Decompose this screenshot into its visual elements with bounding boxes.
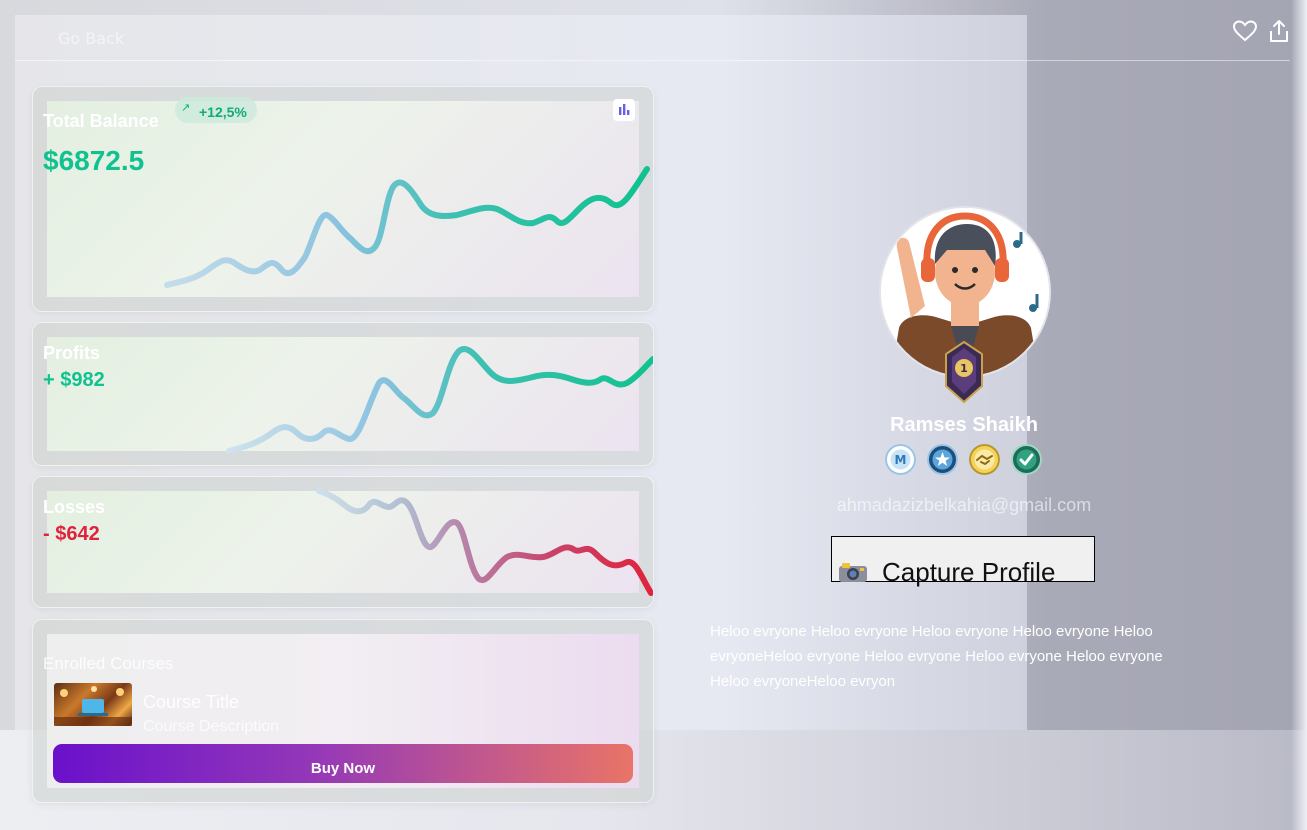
course-description: Course Description	[143, 718, 280, 735]
go-back-link[interactable]: Go Back	[58, 29, 124, 48]
total-balance-card: Total Balance ↗ +12,5% $6872.5	[32, 86, 654, 312]
handshake-badge-icon[interactable]	[969, 444, 1000, 475]
losses-trend-line	[316, 488, 653, 596]
course-thumbnail[interactable]	[54, 683, 132, 726]
balance-title: Total Balance	[43, 111, 159, 131]
rank-badge-icon: 1	[945, 340, 983, 404]
profile-name: Ramses Shaikh	[890, 414, 1038, 436]
losses-card: Losses - $642	[32, 476, 654, 608]
heart-icon[interactable]	[1232, 18, 1258, 44]
rank-number: 1	[960, 362, 968, 375]
buy-now-button[interactable]: Buy Now	[53, 744, 633, 783]
right-edge	[1291, 0, 1307, 830]
profits-value: + $982	[43, 369, 105, 391]
profits-trend-line	[226, 346, 653, 454]
losses-title: Losses	[43, 497, 106, 517]
check-badge-icon[interactable]	[1011, 444, 1042, 475]
balance-value: $6872.5	[43, 145, 145, 176]
losses-value: - $642	[43, 523, 100, 545]
trend-up-icon: ↗	[181, 101, 191, 114]
bar-chart-icon	[619, 104, 630, 115]
enrolled-courses-title: Enrolled Courses	[43, 654, 174, 673]
course-title[interactable]: Course Title	[143, 692, 239, 713]
header-divider	[15, 60, 1290, 61]
profile-email: ahmadazizbelkahia@gmail.com	[836, 495, 1092, 515]
star-badge-icon[interactable]	[927, 444, 958, 475]
profile-bio: Heloo evryone Heloo evryone Heloo evryon…	[710, 623, 1163, 690]
svg-text:M: M	[895, 453, 907, 467]
camera-icon	[839, 563, 867, 582]
capture-profile-button[interactable]: Capture Profile	[831, 536, 1095, 587]
achievement-badges: M	[885, 444, 1045, 476]
bar-chart-button[interactable]	[613, 99, 635, 121]
m-badge-icon[interactable]: M	[885, 444, 916, 475]
change-percent: +12,5%	[199, 104, 247, 120]
course-thumbnail-image	[54, 686, 132, 726]
share-icon[interactable]	[1266, 18, 1292, 44]
enrolled-courses-card: Enrolled Courses Course Title Course Des…	[32, 619, 654, 803]
profits-card: Profits + $982	[32, 322, 654, 466]
capture-profile-label: Capture Profile	[882, 557, 1056, 587]
profits-title: Profits	[43, 343, 101, 363]
